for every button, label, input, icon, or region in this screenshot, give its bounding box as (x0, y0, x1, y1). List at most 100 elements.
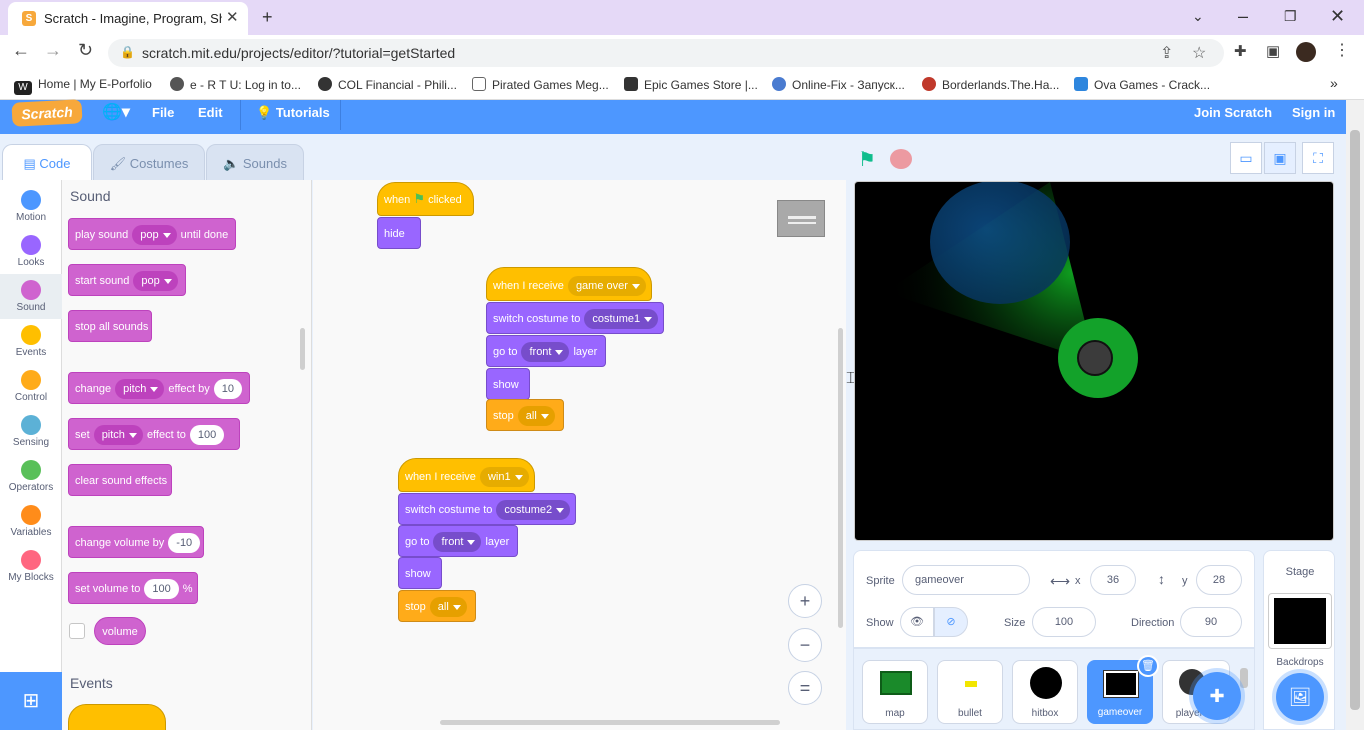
bookmark-item[interactable]: COL Financial - Phili... (318, 77, 457, 92)
sprite-list-scrollbar[interactable] (1240, 668, 1248, 688)
block-stop[interactable]: stop all (486, 399, 564, 431)
new-tab-icon[interactable]: + (262, 1, 273, 34)
green-flag-button[interactable]: ⚑ (858, 147, 876, 172)
category-my-blocks[interactable]: My Blocks (0, 544, 62, 589)
block-switch-costume[interactable]: switch costume to costume1 (486, 302, 664, 334)
block-volume-reporter[interactable]: volume (94, 617, 146, 645)
palette-scrollbar[interactable] (300, 328, 305, 370)
block-play-sound-until-done[interactable]: play sound pop until done (68, 218, 236, 250)
category-operators[interactable]: Operators (0, 454, 62, 499)
category-events[interactable]: Events (0, 319, 62, 364)
omnibox[interactable]: 🔒 scratch.mit.edu/projects/editor/?tutor… (108, 39, 1224, 67)
layer-dropdown[interactable]: front (433, 532, 482, 552)
reload-icon[interactable]: ↻ (78, 40, 93, 61)
block-show[interactable]: show (486, 368, 530, 400)
extensions-icon[interactable]: ✚ (1234, 42, 1247, 60)
hide-visible-button[interactable]: ⊘ (934, 607, 968, 637)
add-extension-button[interactable]: ⊞ (0, 672, 62, 730)
sprite-tile[interactable]: map (862, 660, 928, 724)
effect-to-input[interactable]: 100 (189, 425, 225, 445)
minimize-icon[interactable]: – (1238, 0, 1248, 33)
size-input[interactable]: 100 (1032, 607, 1096, 637)
small-stage-button[interactable]: ▭ (1230, 142, 1262, 174)
block-when-i-receive[interactable]: when I receive win1 (398, 458, 535, 492)
more-bookmarks-icon[interactable]: » (1330, 75, 1338, 91)
window-close-icon[interactable]: ✕ (1330, 0, 1345, 33)
block-events-hat-partial[interactable] (68, 704, 166, 730)
profile-avatar[interactable] (1296, 42, 1316, 62)
scratch-logo[interactable]: Scratch (11, 99, 83, 127)
block-switch-costume[interactable]: switch costume to costume2 (398, 493, 576, 525)
zoom-in-button[interactable]: + (788, 584, 822, 618)
language-globe-icon[interactable]: 🌐▾ (102, 102, 130, 122)
stop-dropdown[interactable]: all (429, 597, 467, 617)
workspace-horizontal-scrollbar[interactable] (440, 720, 780, 725)
message-dropdown[interactable]: game over (567, 276, 646, 296)
block-when-i-receive[interactable]: when I receive game over (486, 267, 652, 301)
category-looks[interactable]: Looks (0, 229, 62, 274)
block-hide[interactable]: hide (377, 217, 421, 249)
workspace-vertical-scrollbar[interactable] (838, 328, 843, 628)
set-volume-input[interactable]: 100 (144, 579, 179, 599)
block-set-volume-to[interactable]: set volume to 100% (68, 572, 198, 604)
script-workspace[interactable] (313, 180, 846, 730)
edit-menu[interactable]: Edit (198, 105, 223, 120)
block-change-volume-by[interactable]: change volume by -10 (68, 526, 204, 558)
side-panel-icon[interactable]: ▣ (1266, 42, 1280, 60)
bookmark-item[interactable]: Borderlands.The.Ha... (922, 77, 1059, 92)
block-when-flag-clicked[interactable]: when ⚑ clicked (377, 182, 474, 216)
tab-sounds[interactable]: 🔈 Sounds (206, 144, 304, 182)
block-go-to-layer[interactable]: go to front layer (486, 335, 606, 367)
bookmark-item[interactable]: Pirated Games Meg... (472, 77, 609, 92)
volume-monitor-checkbox[interactable] (69, 623, 85, 639)
choose-sprite-button[interactable]: ✚ (1193, 672, 1241, 720)
block-start-sound[interactable]: start sound pop (68, 264, 186, 296)
sprite-name-input[interactable]: gameover (902, 565, 1030, 595)
page-scrollbar[interactable] (1346, 100, 1364, 730)
category-sound[interactable]: Sound (0, 274, 62, 319)
bookmark-item[interactable]: Ova Games - Crack... (1074, 77, 1210, 92)
delete-sprite-icon[interactable]: 🗑 (1137, 655, 1159, 677)
back-icon[interactable]: ← (12, 40, 30, 61)
tutorials-menu[interactable]: 💡 Tutorials (256, 105, 330, 121)
sprite-tile[interactable]: hitbox (1012, 660, 1078, 724)
layer-dropdown[interactable]: front (521, 342, 570, 362)
block-set-effect-to[interactable]: set pitch effect to 100 (68, 418, 240, 450)
zoom-reset-button[interactable]: = (788, 671, 822, 705)
costume-dropdown[interactable]: costume1 (584, 309, 659, 329)
restore-icon[interactable]: ❐ (1284, 0, 1297, 33)
category-control[interactable]: Control (0, 364, 62, 409)
category-variables[interactable]: Variables (0, 499, 62, 544)
sound-dropdown[interactable]: pop (133, 271, 178, 291)
bookmark-item[interactable]: W Home | My E-Porfolio (14, 77, 152, 95)
sprite-tile[interactable]: bullet (937, 660, 1003, 724)
page-scrollbar-thumb[interactable] (1350, 130, 1360, 710)
tab-close-icon[interactable]: ✕ (226, 8, 239, 26)
stage-canvas[interactable] (854, 181, 1334, 541)
tab-costumes[interactable]: 🖌 Costumes (93, 144, 205, 182)
show-visible-button[interactable]: 👁 (900, 607, 934, 637)
change-volume-input[interactable]: -10 (168, 533, 201, 553)
join-scratch-link[interactable]: Join Scratch (1194, 105, 1272, 120)
category-sensing[interactable]: Sensing (0, 409, 62, 454)
direction-input[interactable]: 90 (1180, 607, 1242, 637)
stage-target-panel[interactable]: Stage Backdrops 🖼 (1263, 550, 1335, 730)
browser-menu-icon[interactable]: ⋮ (1334, 40, 1350, 60)
block-clear-sound-effects[interactable]: clear sound effects (68, 464, 172, 496)
costume-dropdown[interactable]: costume2 (496, 500, 571, 520)
category-motion[interactable]: Motion (0, 184, 62, 229)
share-icon[interactable]: ⇪ (1160, 43, 1173, 63)
choose-backdrop-button[interactable]: 🖼 (1276, 673, 1324, 721)
bookmark-item[interactable]: Online-Fix - Запуск... (772, 77, 905, 92)
effect-dropdown[interactable]: pitch (93, 425, 143, 445)
block-stop-all-sounds[interactable]: stop all sounds (68, 310, 152, 342)
tab-code[interactable]: ▤ Code (2, 144, 92, 182)
block-show[interactable]: show (398, 557, 442, 589)
message-dropdown[interactable]: win1 (479, 467, 529, 487)
browser-tab[interactable]: S Scratch - Imagine, Program, Share ✕ (8, 2, 248, 35)
sign-in-link[interactable]: Sign in (1292, 105, 1335, 120)
large-stage-button[interactable]: ▣ (1264, 142, 1296, 174)
tab-search-chevron-icon[interactable]: ⌄ (1192, 0, 1204, 33)
effect-by-input[interactable]: 10 (213, 379, 242, 399)
bookmark-item[interactable]: e - R T U: Log in to... (170, 77, 301, 92)
